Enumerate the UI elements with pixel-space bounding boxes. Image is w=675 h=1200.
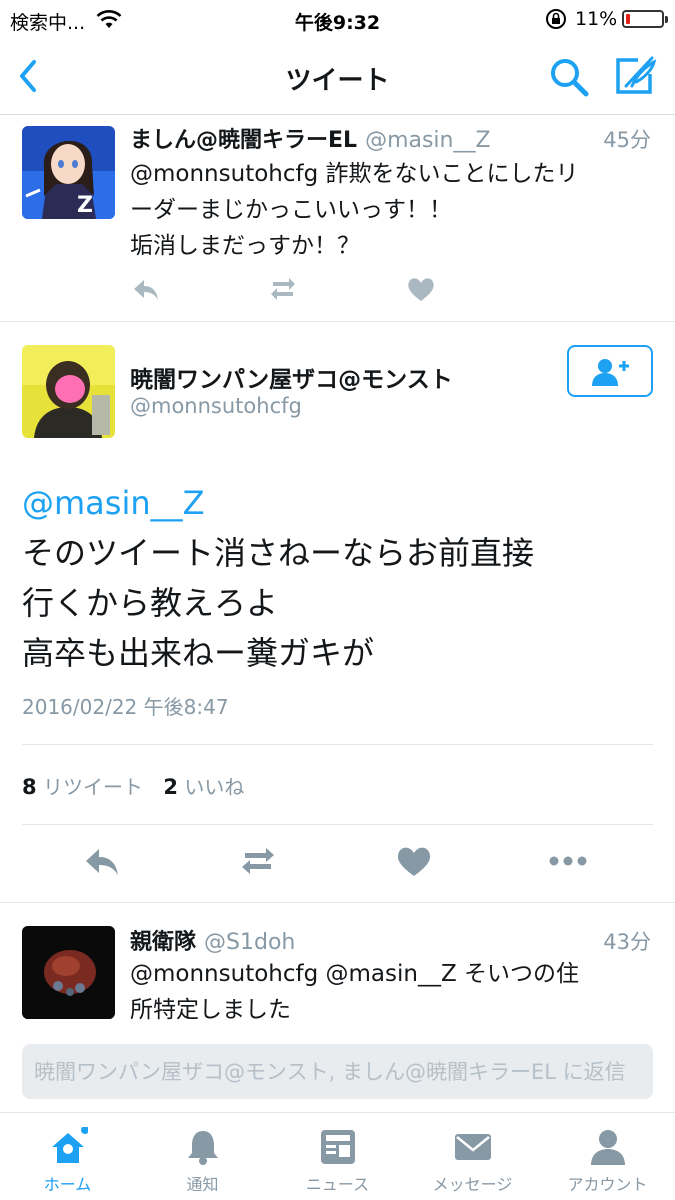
more-options-icon[interactable] xyxy=(548,843,588,879)
like-heart-icon[interactable] xyxy=(405,274,437,304)
clock: 午後9:32 xyxy=(294,12,381,34)
tweet-age: 45分 xyxy=(603,128,651,152)
tweet-text-line: @monnsutohcfg 詐欺をないことにしたリ xyxy=(130,161,579,187)
tweet-text-line: 垢消しまだっすか！？ xyxy=(130,233,360,259)
author-name[interactable]: ましん@暁闇キラーEL xyxy=(130,128,357,153)
mention-link[interactable]: @masin__Z xyxy=(22,478,652,528)
reply-tweet[interactable]: Z ましん@暁闇キラーEL @masin__Z 45分 @monnsutohcfg… xyxy=(0,116,675,322)
tab-label: 通知 xyxy=(186,1175,219,1194)
engagement-stats[interactable]: 8 リツイート 2 いいね xyxy=(22,771,244,800)
author-line: ましん@暁闇キラーEL @masin__Z xyxy=(130,122,491,154)
tweet-timestamp: 2016/02/22 午後8:47 xyxy=(22,695,229,719)
reply-icon[interactable] xyxy=(82,843,122,879)
news-icon xyxy=(321,1130,355,1164)
add-user-icon xyxy=(592,359,629,386)
tweet-text: @monnsutohcfg @masin__Z そいつの住 所特定しました xyxy=(130,956,655,1028)
status-bar: 検索中... 午後9:32 11% xyxy=(0,0,675,40)
tab-news[interactable]: ニュース xyxy=(270,1113,405,1200)
rotation-lock-icon xyxy=(546,9,566,29)
avatar[interactable]: Z xyxy=(22,126,115,219)
tab-account[interactable]: アカウント xyxy=(540,1113,675,1200)
message-icon xyxy=(455,1134,491,1160)
tab-label: アカウント xyxy=(567,1175,648,1194)
retweet-count: 8 xyxy=(22,775,37,799)
tweet-text-line: ーダーまじかっこいいっす！！ xyxy=(130,197,452,223)
divider xyxy=(22,744,653,745)
reply-tweet[interactable]: 親衛隊 @S1doh 43分 @monnsutohcfg @masin__Z そい… xyxy=(0,904,675,1032)
home-icon xyxy=(52,1127,88,1163)
tab-label: ホーム xyxy=(43,1175,92,1194)
author-name[interactable]: 親衛隊 xyxy=(130,930,196,955)
tab-bar: ホーム 通知 ニュース メッセージ アカウント xyxy=(0,1112,675,1200)
retweet-icon[interactable] xyxy=(267,274,299,304)
tab-home[interactable]: ホーム xyxy=(0,1113,135,1200)
tab-notifications[interactable]: 通知 xyxy=(135,1113,270,1200)
like-label: いいね xyxy=(184,775,245,799)
author-name[interactable]: 暁闇ワンパン屋ザコ@モンスト xyxy=(130,360,453,394)
author-line: 親衛隊 @S1doh xyxy=(130,924,295,956)
tab-label: ニュース xyxy=(305,1175,370,1194)
tab-messages[interactable]: メッセージ xyxy=(405,1113,540,1200)
svg-text:Z: Z xyxy=(77,193,93,218)
like-count: 2 xyxy=(163,775,178,799)
tweet-text-line: @monnsutohcfg @masin__Z そいつの住 xyxy=(130,961,580,987)
tweet-actions xyxy=(0,843,675,883)
reply-icon[interactable] xyxy=(130,274,162,304)
author-handle[interactable]: @monnsutohcfg xyxy=(130,394,302,418)
battery-percent: 11% xyxy=(575,8,618,30)
reply-input[interactable] xyxy=(22,1044,653,1099)
battery-icon xyxy=(622,10,668,28)
retweet-icon[interactable] xyxy=(238,843,278,879)
reply-box[interactable] xyxy=(22,1044,653,1099)
follow-button[interactable] xyxy=(567,345,653,397)
avatar[interactable] xyxy=(22,345,115,438)
tab-label: メッセージ xyxy=(432,1175,513,1194)
nav-bar: ツイート xyxy=(0,40,675,115)
tweet-actions xyxy=(130,274,550,304)
avatar[interactable] xyxy=(22,926,115,1019)
author-handle[interactable]: @masin__Z xyxy=(365,128,491,153)
tweet-text-line: そのツイート消さねーならお前直接 xyxy=(22,534,535,572)
tweet-text: @monnsutohcfg 詐欺をないことにしたリ ーダーまじかっこいいっす！！… xyxy=(130,156,655,264)
tweet-age: 43分 xyxy=(603,930,651,954)
tweet-text-line: 行くから教えろよ xyxy=(22,584,279,622)
search-icon[interactable] xyxy=(548,56,590,98)
account-icon xyxy=(591,1130,625,1165)
divider xyxy=(22,824,653,825)
retweet-label: リツイート xyxy=(42,775,143,799)
tweet-text-line: 高卒も出来ねー糞ガキが xyxy=(22,634,375,672)
focused-tweet: 暁闇ワンパン屋ザコ@モンスト @monnsutohcfg @masin__Z そ… xyxy=(0,323,675,903)
tweet-text-line: 所特定しました xyxy=(130,997,291,1023)
tweet-body: @masin__Z そのツイート消さねーならお前直接 行くから教えろよ 高卒も出… xyxy=(22,478,652,678)
bell-icon xyxy=(188,1131,218,1165)
author-handle[interactable]: @S1doh xyxy=(204,930,295,955)
compose-tweet-icon[interactable] xyxy=(612,52,658,98)
like-heart-icon[interactable] xyxy=(394,843,434,879)
